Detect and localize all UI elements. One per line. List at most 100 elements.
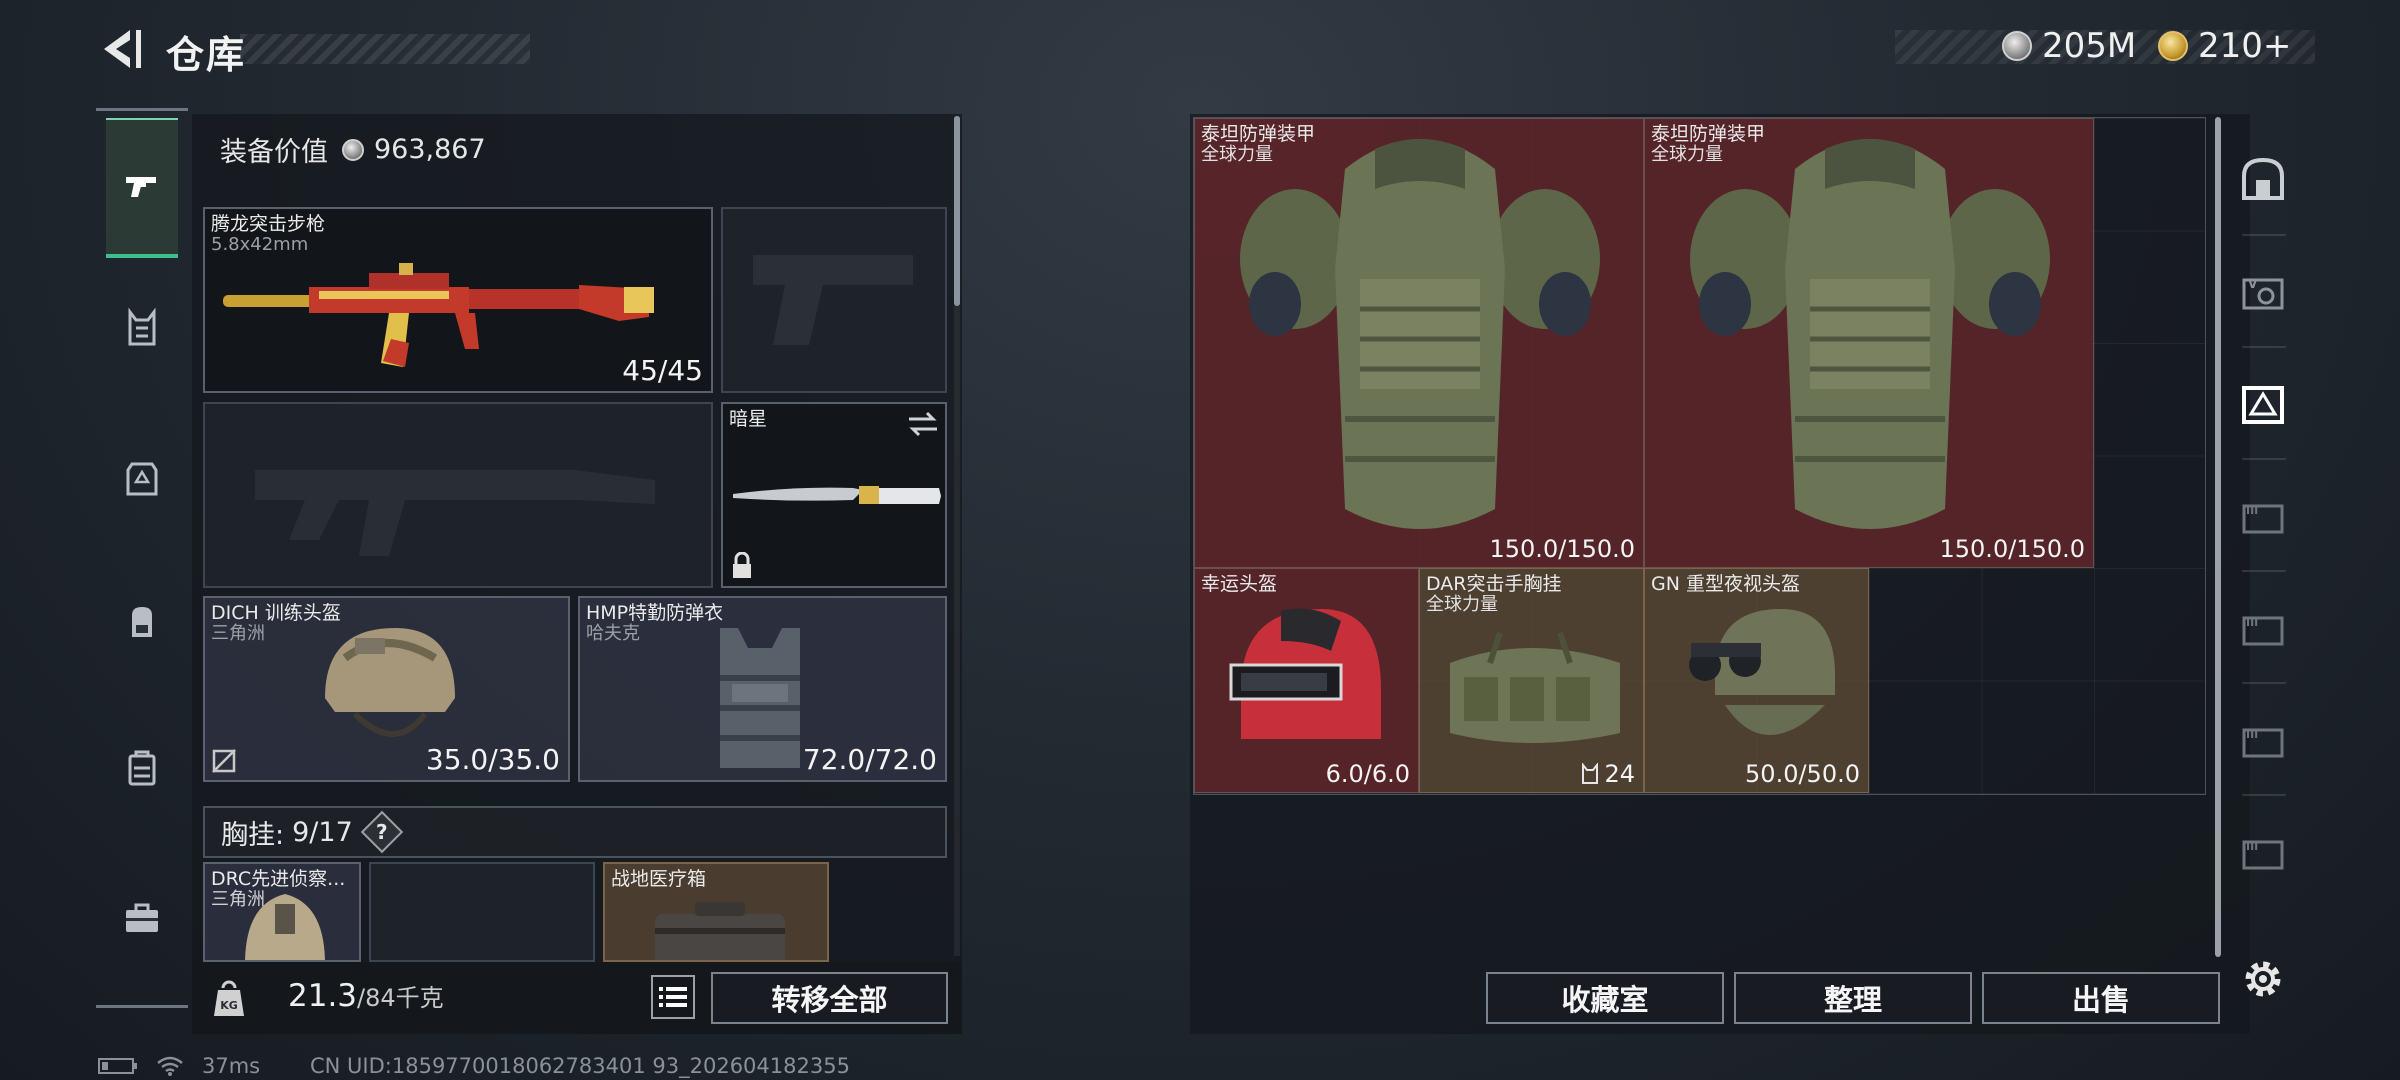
silver-coin-icon <box>2002 31 2032 61</box>
medkit-name: 战地医疗箱 <box>611 868 707 890</box>
lock-icon <box>733 552 751 578</box>
chest-rig-capacity: 9/17 <box>292 816 353 848</box>
help-button[interactable]: ? <box>360 810 403 854</box>
page-title: 仓库 <box>166 33 247 77</box>
svg-text:KG: KG <box>220 999 238 1012</box>
rifle-silhouette-icon <box>255 470 655 556</box>
stash-item-armor[interactable]: 泰坦防弹装甲 全球力量 150.0/150.0 <box>1644 118 2094 568</box>
armor-durability: 72.0/72.0 <box>802 743 937 776</box>
tab-stash-active[interactable] <box>2234 376 2292 434</box>
back-button[interactable] <box>96 24 144 74</box>
sidearm-slot[interactable] <box>721 207 947 393</box>
silver-amount: 205M <box>2042 26 2137 66</box>
weight-max: /84千克 <box>357 984 444 1012</box>
primary-weapon-slot[interactable]: 腾龙突击步枪 5.8x42mm 45/45 <box>203 207 713 393</box>
stash-iii-icon: III <box>2242 840 2284 870</box>
swap-icon[interactable] <box>907 410 939 438</box>
tab-stash-3c[interactable]: III <box>2234 712 2292 770</box>
vest-icon <box>1582 763 1599 784</box>
weapon-name: 腾龙突击步枪 <box>211 213 326 235</box>
list-icon <box>659 987 687 1007</box>
tab-stash-3d[interactable]: III <box>2234 824 2292 882</box>
stash-item-nvg-helmet[interactable]: GN 重型夜视头盔 50.0/50.0 <box>1644 568 1869 793</box>
loadout-scrollbar[interactable] <box>954 116 960 306</box>
vest-icon <box>128 307 156 346</box>
rig-capacity: 24 <box>1580 760 1635 788</box>
assault-rifle-icon <box>223 263 654 367</box>
svg-text:III: III <box>2246 840 2258 853</box>
stash-iii-icon: III <box>2242 504 2284 534</box>
transfer-all-button[interactable]: 转移全部 <box>711 972 948 1024</box>
helmet-icon <box>325 628 455 737</box>
wifi-icon <box>157 1056 183 1076</box>
heavy-armor-icon <box>1690 139 2050 529</box>
silver-coin-icon <box>342 138 364 161</box>
tab-all-stash[interactable] <box>2234 150 2292 208</box>
stash-item-helmet[interactable]: 幸运头盔 6.0/6.0 <box>1194 568 1419 793</box>
armor-icon <box>126 462 158 496</box>
tab-stash-3b[interactable]: III <box>2234 600 2292 658</box>
pistol-silhouette-icon <box>753 255 913 345</box>
item-faction: 全球力量 <box>1426 594 1498 615</box>
heavy-armor-icon <box>1240 139 1600 529</box>
nav-armor[interactable] <box>106 408 178 548</box>
night-vision-helmet-icon <box>1689 609 1835 735</box>
stash-scrollbar[interactable] <box>2215 117 2221 957</box>
medkit-slot[interactable]: 战地医疗箱 <box>603 862 829 962</box>
nav-chest-rig[interactable] <box>106 258 178 398</box>
red-helmet-icon <box>1229 608 1381 739</box>
help-icon: ? <box>375 819 388 844</box>
secondary-weapon-slot[interactable] <box>203 402 713 588</box>
item-durability: 150.0/150.0 <box>1489 535 1636 563</box>
stash-v-icon: V <box>2242 277 2284 310</box>
vault-icon <box>2242 157 2284 200</box>
silver-currency[interactable]: 205M <box>2002 26 2136 66</box>
svg-text:III: III <box>2246 504 2258 517</box>
armor-slot[interactable]: HMP特勤防弹衣 哈夫克 72.0/72.0 <box>578 596 947 782</box>
helmet-durability: 35.0/35.0 <box>425 743 560 776</box>
nav-weapons[interactable] <box>106 118 178 258</box>
gold-currency[interactable]: 210+ <box>2158 26 2291 66</box>
gear-icon <box>2245 961 2281 997</box>
item-name: GN 重型夜视头盔 <box>1651 573 1800 595</box>
stash-item-chest-rig[interactable]: DAR突击手胸挂 全球力量 24 <box>1419 568 1644 793</box>
user-uid: CN UID:1859770018062783401 93_2026041823… <box>310 1054 850 1078</box>
chest-rig-icon <box>1450 632 1620 743</box>
rig-slots-count: 24 <box>1604 760 1635 788</box>
backpack-icon <box>132 607 152 637</box>
equipment-value-label: 装备价值 <box>220 137 328 168</box>
tab-stash-3a[interactable]: III <box>2234 488 2292 546</box>
nav-toolbox[interactable] <box>106 848 178 988</box>
item-name: 幸运头盔 <box>1201 573 1278 595</box>
case-icon <box>128 750 156 786</box>
svg-text:III: III <box>2246 728 2258 741</box>
chest-rig-header: 胸挂: 9/17 ? <box>203 806 947 858</box>
gold-coin-icon <box>2158 31 2188 61</box>
title-decoration <box>240 34 530 64</box>
svg-text:V: V <box>2248 277 2258 291</box>
weight-icon: KG <box>214 980 244 1016</box>
helmet-slot[interactable]: DICH 训练头盔 三角洲 35.0/35.0 <box>203 596 570 782</box>
ping-value: 37ms <box>202 1054 261 1078</box>
item-durability: 50.0/50.0 <box>1745 760 1860 788</box>
settings-button[interactable] <box>2234 950 2292 1008</box>
organize-button[interactable]: 整理 <box>1734 972 1972 1024</box>
carry-weight: 21.3/84千克 <box>288 978 444 1014</box>
nav-backpack[interactable] <box>106 553 178 693</box>
back-arrow-icon <box>104 30 141 68</box>
rig-empty-slot[interactable] <box>369 862 595 962</box>
stash-item-armor[interactable]: 泰坦防弹装甲 全球力量 150.0/150.0 <box>1194 118 1644 568</box>
knife-icon <box>733 486 941 504</box>
equipment-value: 装备价值 963,867 <box>220 130 486 169</box>
battery-icon <box>98 1058 137 1074</box>
stash-triangle-icon <box>2242 386 2284 424</box>
no-insure-icon <box>212 749 236 773</box>
rig-item-slot[interactable]: DRC先进侦察... 三角洲 <box>203 862 361 962</box>
list-view-button[interactable] <box>651 975 695 1019</box>
sell-button[interactable]: 出售 <box>1982 972 2220 1024</box>
tab-stash-v[interactable]: V <box>2234 264 2292 322</box>
melee-slot[interactable]: 暗星 <box>721 402 947 588</box>
collection-room-button[interactable]: 收藏室 <box>1486 972 1724 1024</box>
melee-name: 暗星 <box>729 408 768 430</box>
nav-container[interactable] <box>106 698 178 838</box>
